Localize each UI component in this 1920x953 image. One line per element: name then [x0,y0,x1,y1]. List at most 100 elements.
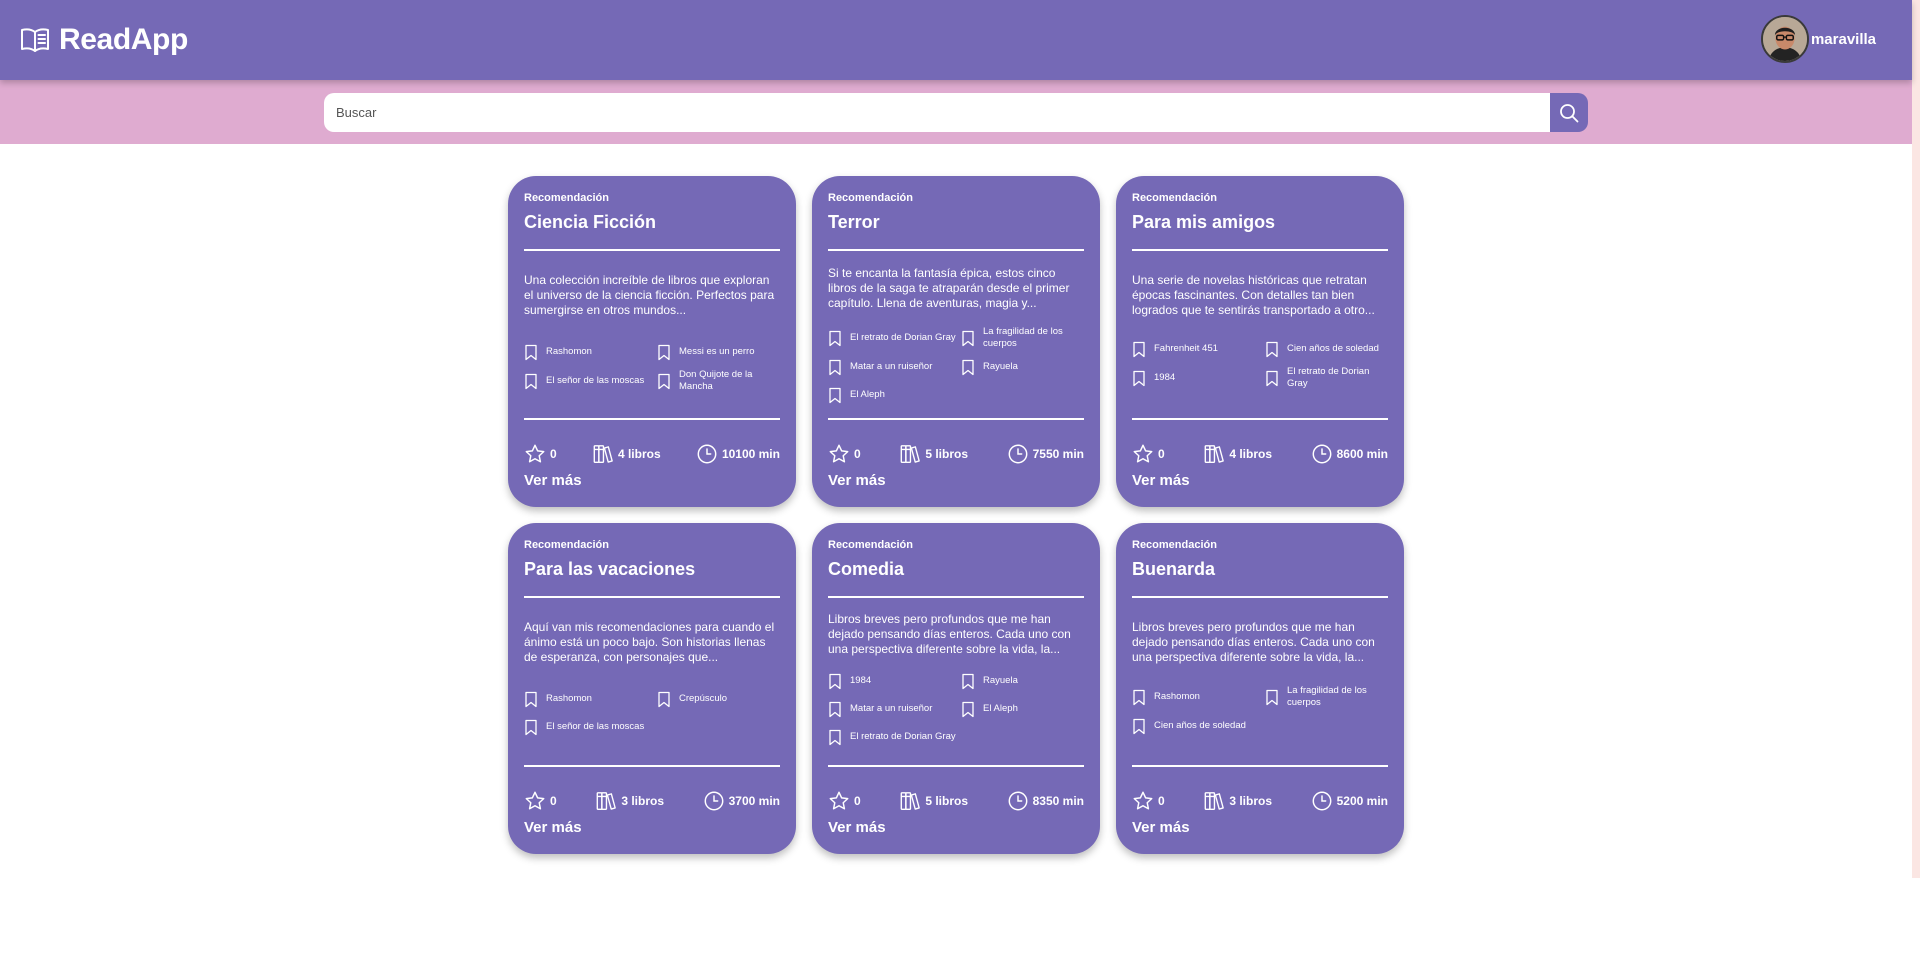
see-more-link[interactable]: Ver más [828,472,886,489]
reading-minutes: 5200 min [1336,794,1388,808]
rating-stat[interactable]: 0 [1132,790,1165,812]
page: ReadApp maravilla Buscar Recomendación C… [0,0,1920,953]
bookmark-icon [525,719,537,735]
book-item[interactable]: Rashomon [524,688,657,710]
book-title: Matar a un ruiseñor [850,361,933,372]
book-item[interactable]: El señor de las moscas [524,716,657,738]
book-item[interactable]: Rayuela [961,670,1084,692]
bookmark-icon [829,701,841,717]
book-item[interactable]: Don Quijote de la Mancha [657,369,780,393]
card-title: Para mis amigos [1132,212,1276,232]
book-item[interactable]: 1984 [1132,366,1265,390]
book-count-stat: 5 libros [899,790,968,812]
username[interactable]: maravilla [1811,31,1876,48]
card-title: Para las vacaciones [524,559,696,579]
book-item[interactable]: Matar a un ruiseñor [828,356,961,378]
card-title: Comedia [828,559,905,579]
recommendation-card[interactable]: Recomendación Comedia Libros breves pero… [812,523,1100,854]
book-count: 4 libros [1229,447,1272,461]
book-item[interactable]: La fragilidad de los cuerpos [1265,685,1388,709]
rating-value: 0 [550,447,557,461]
user-menu[interactable]: maravilla [1760,15,1876,63]
book-item[interactable]: La fragilidad de los cuerpos [961,326,1084,350]
search-icon [1560,103,1579,122]
book-title: El Aleph [983,703,1018,714]
time-stat: 7550 min [1007,443,1084,465]
see-more-link[interactable]: Ver más [1132,472,1190,489]
star-icon [1133,444,1153,463]
time-stat: 3700 min [703,790,780,812]
book-item[interactable]: Matar a un ruiseñor [828,698,961,720]
book-item[interactable]: Cien años de soledad [1265,338,1388,360]
book-item[interactable]: Rayuela [961,356,1084,378]
time-stat: 5200 min [1311,790,1388,812]
book-item[interactable]: El retrato de Dorian Gray [828,326,961,350]
book-item[interactable]: Crepúsculo [657,688,780,710]
rating-stat[interactable]: 0 [828,443,861,465]
book-title: Rashomon [546,693,592,704]
book-item[interactable]: Messi es un perro [657,341,780,363]
see-more-link[interactable]: Ver más [828,819,886,836]
reading-minutes: 8600 min [1336,447,1388,461]
recommendation-card[interactable]: Recomendación Buenarda Libros breves per… [1116,523,1404,854]
rating-stat[interactable]: 0 [524,443,557,465]
book-title: Rashomon [546,346,592,357]
rating-stat[interactable]: 0 [1132,443,1165,465]
bookmark-icon [1133,689,1145,705]
book-count: 5 libros [925,447,968,461]
card-title: Terror [828,212,880,232]
clock-icon [1312,444,1332,464]
rating-stat[interactable]: 0 [524,790,557,812]
book-count: 3 libros [621,794,664,808]
brand-logo[interactable]: ReadApp [20,20,188,60]
divider [828,418,1084,420]
book-count: 4 libros [617,447,661,461]
card-title: Buenarda [1132,559,1216,579]
bookmark-icon [525,373,537,389]
card-eyebrow: Recomendación [524,192,609,204]
search-button[interactable] [1550,93,1588,132]
book-item[interactable]: El Aleph [828,384,961,406]
bookmark-icon [1266,689,1278,705]
divider [524,596,780,598]
book-title: Don Quijote de la Mancha [679,369,753,392]
recommendation-card[interactable]: Recomendación Terror Si te encanta la fa… [812,176,1100,507]
rating-value: 0 [854,794,861,808]
bookmark-icon [962,701,974,717]
see-more-link[interactable]: Ver más [1132,819,1190,836]
recommendation-card[interactable]: Recomendación Para las vacaciones Aquí v… [508,523,796,854]
clock-icon [697,444,717,464]
rating-stat[interactable]: 0 [828,790,861,812]
star-icon [525,444,545,463]
book-title: El señor de las moscas [546,721,645,732]
book-item[interactable]: Cien años de soledad [1132,715,1265,737]
recommendation-card[interactable]: Recomendación Para mis amigos Una serie … [1116,176,1404,507]
see-more-link[interactable]: Ver más [524,472,582,489]
books-icon [593,445,613,463]
book-item[interactable]: El Aleph [961,698,1084,720]
book-item[interactable]: Fahrenheit 451 [1132,338,1265,360]
book-item[interactable]: Rashomon [1132,685,1265,709]
book-title: El retrato de Dorian Gray [1287,366,1370,389]
star-icon [525,791,545,810]
book-item[interactable]: 1984 [828,670,961,692]
app-name: ReadApp [59,23,188,56]
books-icon [900,445,921,463]
book-item[interactable]: Rashomon [524,341,657,363]
divider [524,418,780,420]
divider [1132,249,1388,251]
recommendation-card[interactable]: Recomendación Ciencia Ficción Una colecc… [508,176,796,507]
scrollbar-track[interactable] [1912,0,1920,878]
card-stats: 0 5 libros 7550 min [828,442,1084,466]
card-description: Aquí van mis recomendaciones para cuando… [524,620,775,664]
book-item[interactable]: El retrato de Dorian Gray [828,726,961,748]
book-item[interactable]: El señor de las moscas [524,369,657,393]
book-item[interactable]: El retrato de Dorian Gray [1265,366,1388,390]
bookmark-icon [1266,370,1278,386]
time-stat: 8350 min [1007,790,1084,812]
bookmark-icon [525,344,537,360]
search-input[interactable] [324,93,1550,132]
avatar[interactable] [1760,15,1809,63]
see-more-link[interactable]: Ver más [524,819,582,836]
book-count: 5 libros [925,794,968,808]
